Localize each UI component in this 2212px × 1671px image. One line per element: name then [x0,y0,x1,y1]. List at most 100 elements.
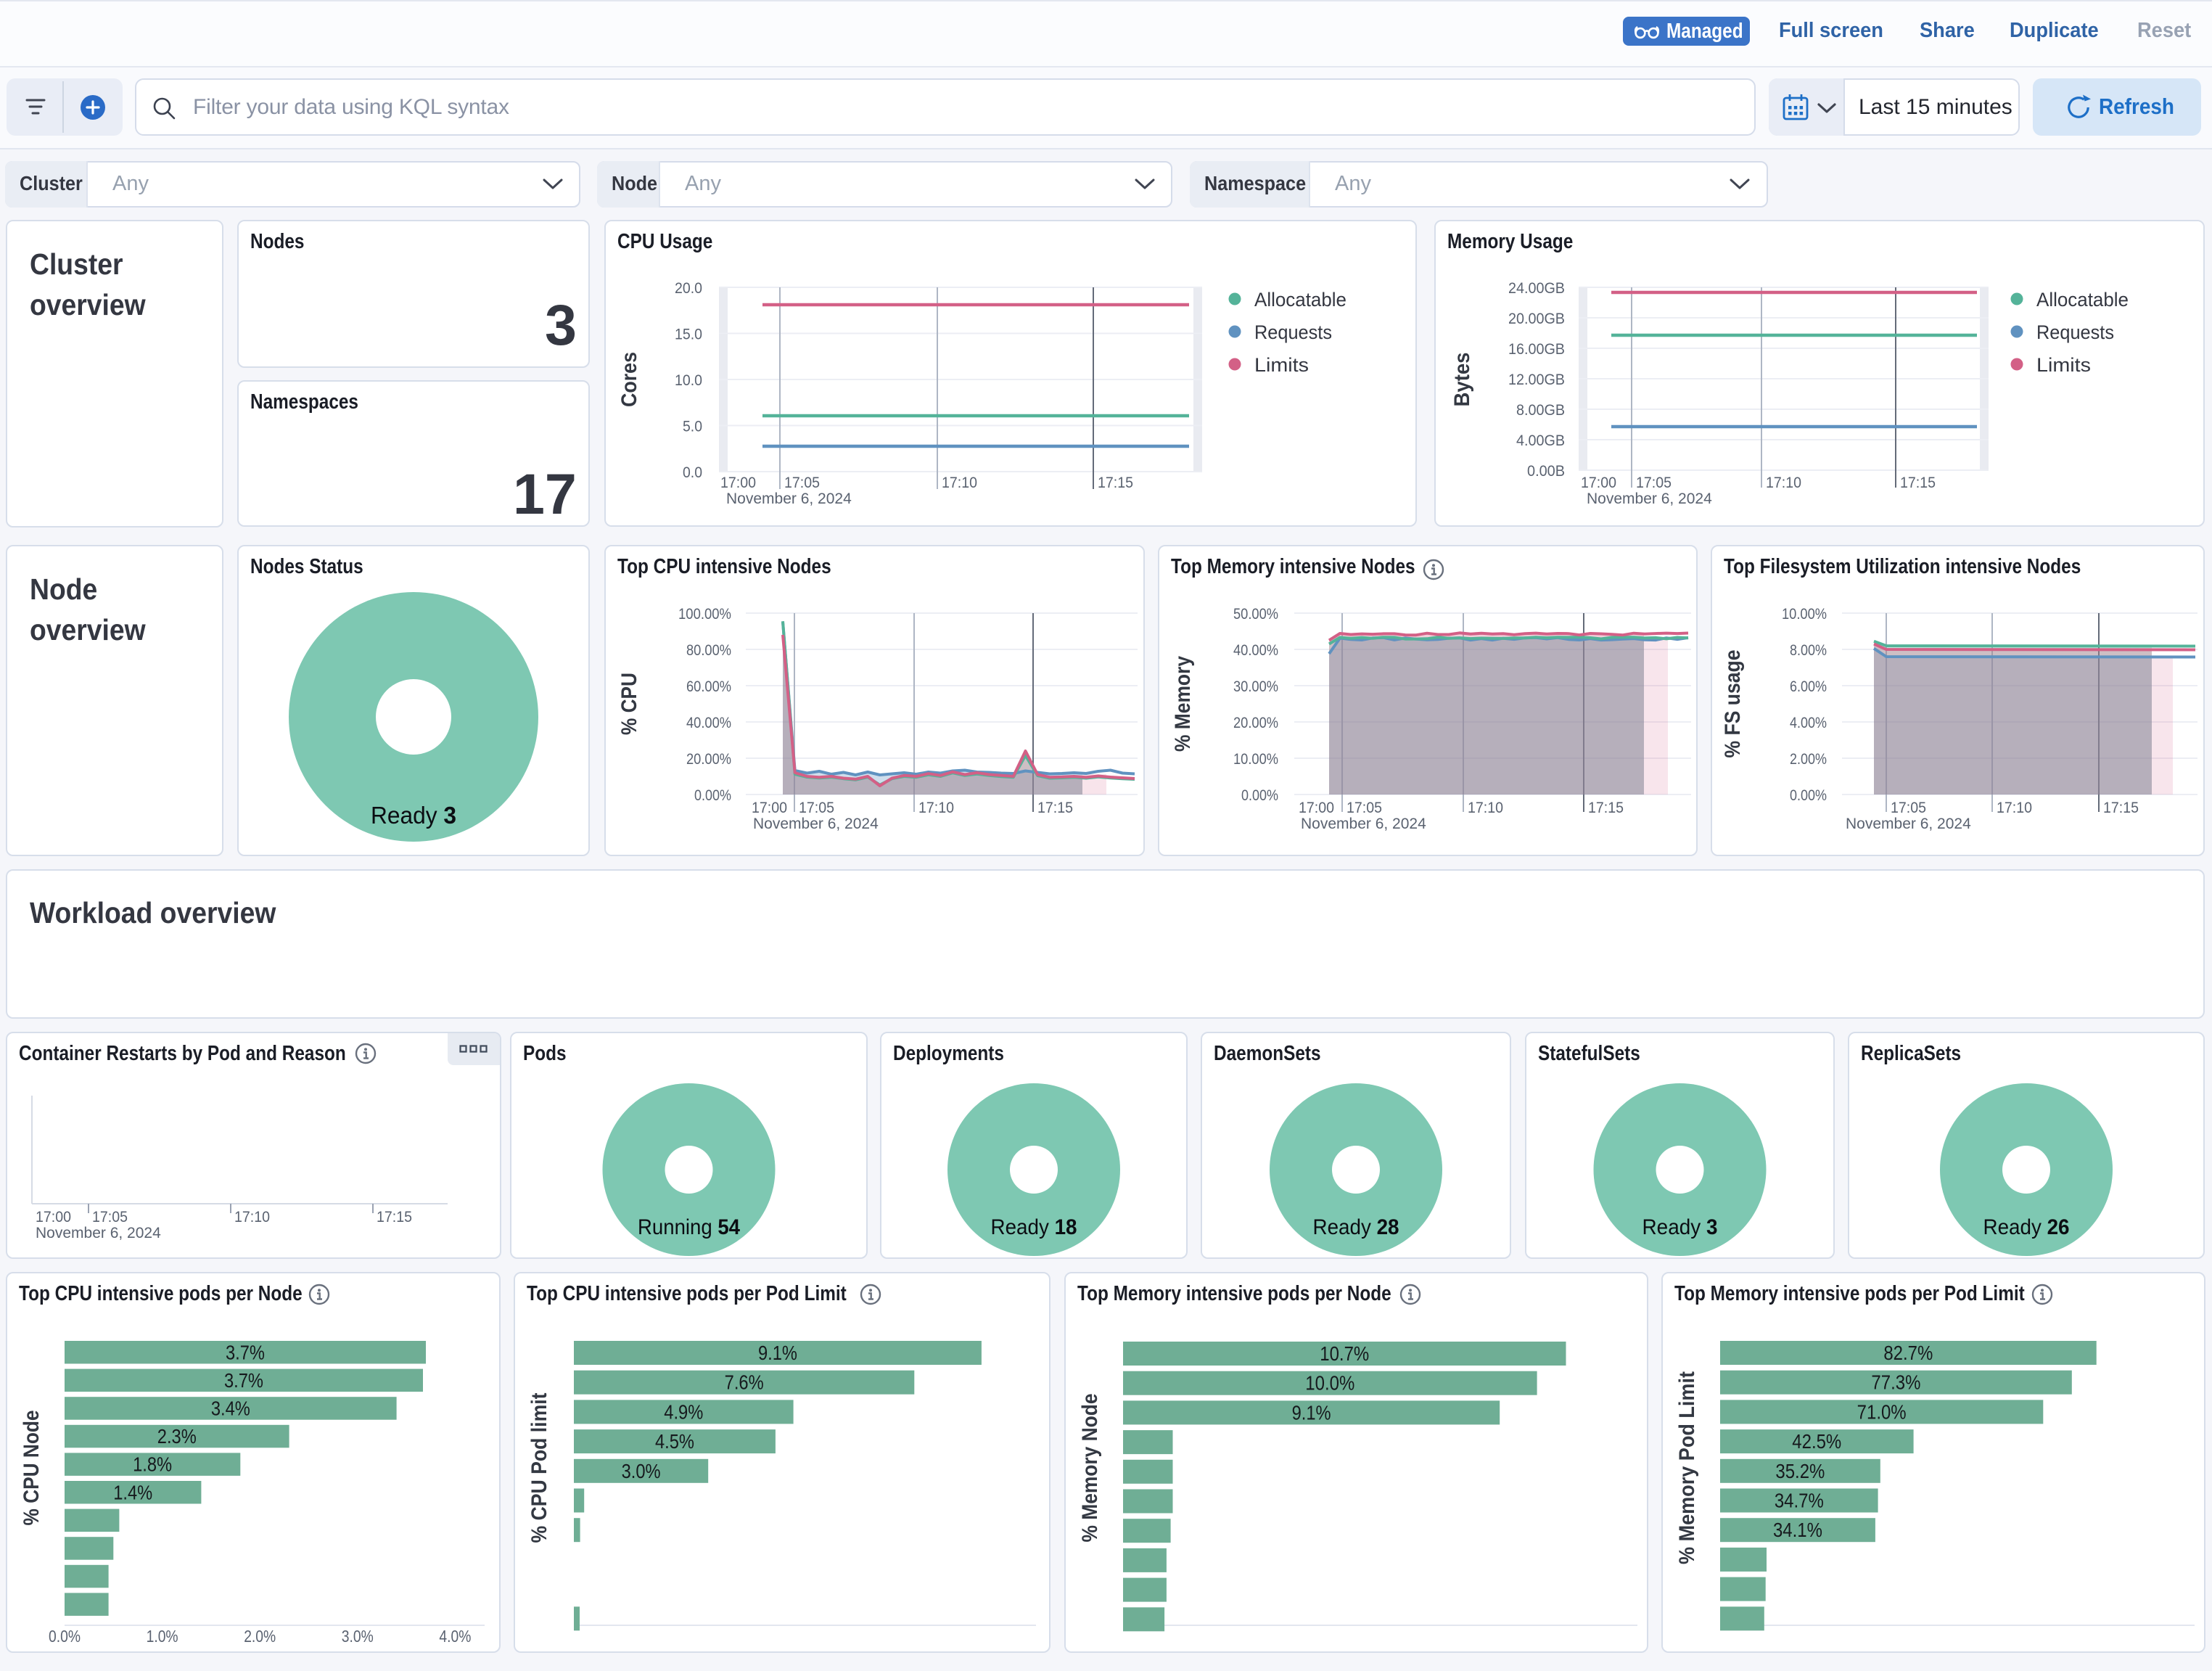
svg-text:17:00: 17:00 [1299,800,1334,816]
svg-text:Running 54: Running 54 [638,1215,740,1239]
svg-text:November 6, 2024: November 6, 2024 [1301,816,1426,832]
svg-text:50.00%: 50.00% [1233,606,1278,623]
svg-text:10.00%: 10.00% [1233,751,1278,768]
svg-text:20.00%: 20.00% [1233,715,1278,731]
svg-text:17:05: 17:05 [784,475,820,491]
svg-text:15.0: 15.0 [675,327,702,343]
svg-text:17:15: 17:15 [1037,800,1073,816]
svg-text:17:15: 17:15 [377,1209,412,1225]
svg-text:17:05: 17:05 [1346,800,1382,816]
svg-text:Bytes: Bytes [1450,353,1474,407]
svg-text:77.3%: 77.3% [1871,1371,1920,1394]
svg-text:3.0%: 3.0% [622,1460,661,1482]
svg-text:24.00GB: 24.00GB [1508,280,1565,297]
svg-text:10.0: 10.0 [675,372,702,389]
svg-text:November 6, 2024: November 6, 2024 [36,1225,161,1241]
svg-text:Ready 26: Ready 26 [1983,1215,2070,1239]
svg-text:17:05: 17:05 [1636,475,1672,491]
svg-text:17:15: 17:15 [1900,475,1936,491]
svg-text:1.4%: 1.4% [113,1481,152,1503]
svg-text:3.7%: 3.7% [226,1341,265,1363]
svg-text:17:10: 17:10 [942,475,977,491]
svg-text:17:00: 17:00 [752,800,787,816]
svg-text:10.7%: 10.7% [1320,1342,1369,1365]
svg-text:% Memory Pod Limit: % Memory Pod Limit [1675,1371,1699,1564]
svg-text:Requests: Requests [2036,321,2114,343]
svg-text:35.2%: 35.2% [1775,1460,1825,1482]
svg-text:4.00%: 4.00% [1790,715,1827,731]
svg-text:17:15: 17:15 [2103,800,2139,816]
svg-text:40.00%: 40.00% [686,715,731,731]
svg-text:34.1%: 34.1% [1773,1519,1822,1541]
svg-text:82.7%: 82.7% [1883,1342,1933,1364]
svg-text:17:10: 17:10 [234,1209,270,1225]
svg-text:40.00%: 40.00% [1233,642,1278,659]
svg-text:Ready 3: Ready 3 [1642,1215,1718,1239]
svg-text:4.00GB: 4.00GB [1516,432,1565,449]
svg-text:Ready 18: Ready 18 [991,1215,1077,1239]
svg-text:71.0%: 71.0% [1857,1400,1907,1423]
svg-text:7.6%: 7.6% [725,1371,764,1394]
svg-text:% Memory: % Memory [1171,656,1195,752]
svg-text:17:05: 17:05 [92,1209,128,1225]
svg-text:0.00%: 0.00% [1790,787,1827,804]
svg-text:2.0%: 2.0% [244,1627,276,1646]
svg-text:Ready 3: Ready 3 [371,802,456,829]
svg-text:17:15: 17:15 [1588,800,1624,816]
svg-text:17:10: 17:10 [1997,800,2032,816]
svg-text:0.0: 0.0 [683,464,702,481]
svg-text:% FS usage: % FS usage [1721,650,1745,758]
svg-text:20.00GB: 20.00GB [1508,311,1565,327]
svg-text:80.00%: 80.00% [686,642,731,659]
svg-text:November 6, 2024: November 6, 2024 [1587,490,1712,507]
svg-text:17:00: 17:00 [1581,475,1616,491]
svg-text:4.0%: 4.0% [439,1627,471,1646]
svg-text:17:05: 17:05 [799,800,834,816]
svg-text:% CPU: % CPU [617,673,641,735]
svg-text:9.1%: 9.1% [1292,1401,1331,1424]
svg-text:Allocatable: Allocatable [1254,289,1346,311]
svg-text:60.00%: 60.00% [686,678,731,695]
svg-text:9.1%: 9.1% [758,1342,797,1364]
svg-text:4.9%: 4.9% [664,1400,703,1423]
svg-text:November 6, 2024: November 6, 2024 [1846,816,1971,832]
svg-text:Requests: Requests [1254,321,1332,343]
svg-text:12.00GB: 12.00GB [1508,371,1565,388]
svg-text:17:00: 17:00 [36,1209,71,1225]
svg-text:% CPU Node: % CPU Node [20,1411,44,1526]
svg-text:Cores: Cores [617,352,641,407]
svg-text:3.4%: 3.4% [211,1397,250,1419]
svg-text:100.00%: 100.00% [678,606,731,623]
svg-text:2.3%: 2.3% [157,1425,197,1448]
svg-text:17:05: 17:05 [1891,800,1926,816]
svg-text:17:10: 17:10 [918,800,954,816]
svg-text:November 6, 2024: November 6, 2024 [726,490,852,507]
svg-text:5.0: 5.0 [683,419,702,435]
svg-text:3.7%: 3.7% [224,1369,263,1392]
svg-text:20.00%: 20.00% [686,751,731,768]
svg-text:16.00GB: 16.00GB [1508,341,1565,358]
svg-text:0.00%: 0.00% [1241,787,1278,804]
svg-text:8.00%: 8.00% [1790,642,1827,659]
svg-text:2.00%: 2.00% [1790,751,1827,768]
svg-text:1.8%: 1.8% [133,1453,172,1476]
svg-text:17:15: 17:15 [1098,475,1133,491]
svg-text:0.00%: 0.00% [694,787,731,804]
svg-text:% Memory Node: % Memory Node [1078,1394,1102,1543]
svg-text:30.00%: 30.00% [1233,678,1278,695]
svg-text:November 6, 2024: November 6, 2024 [753,816,879,832]
svg-text:0.0%: 0.0% [49,1627,81,1646]
svg-text:% CPU Pod limit: % CPU Pod limit [527,1393,551,1543]
svg-text:1.0%: 1.0% [147,1627,178,1646]
svg-text:17:10: 17:10 [1766,475,1801,491]
svg-text:8.00GB: 8.00GB [1516,402,1565,419]
svg-text:42.5%: 42.5% [1792,1430,1841,1453]
svg-text:34.7%: 34.7% [1775,1490,1824,1512]
svg-text:17:00: 17:00 [720,475,756,491]
svg-text:6.00%: 6.00% [1790,678,1827,695]
svg-text:Ready 28: Ready 28 [1313,1215,1399,1239]
svg-text:4.5%: 4.5% [655,1430,694,1453]
svg-text:20.0: 20.0 [675,280,702,297]
svg-text:Allocatable: Allocatable [2036,289,2129,311]
svg-text:3.0%: 3.0% [342,1627,374,1646]
